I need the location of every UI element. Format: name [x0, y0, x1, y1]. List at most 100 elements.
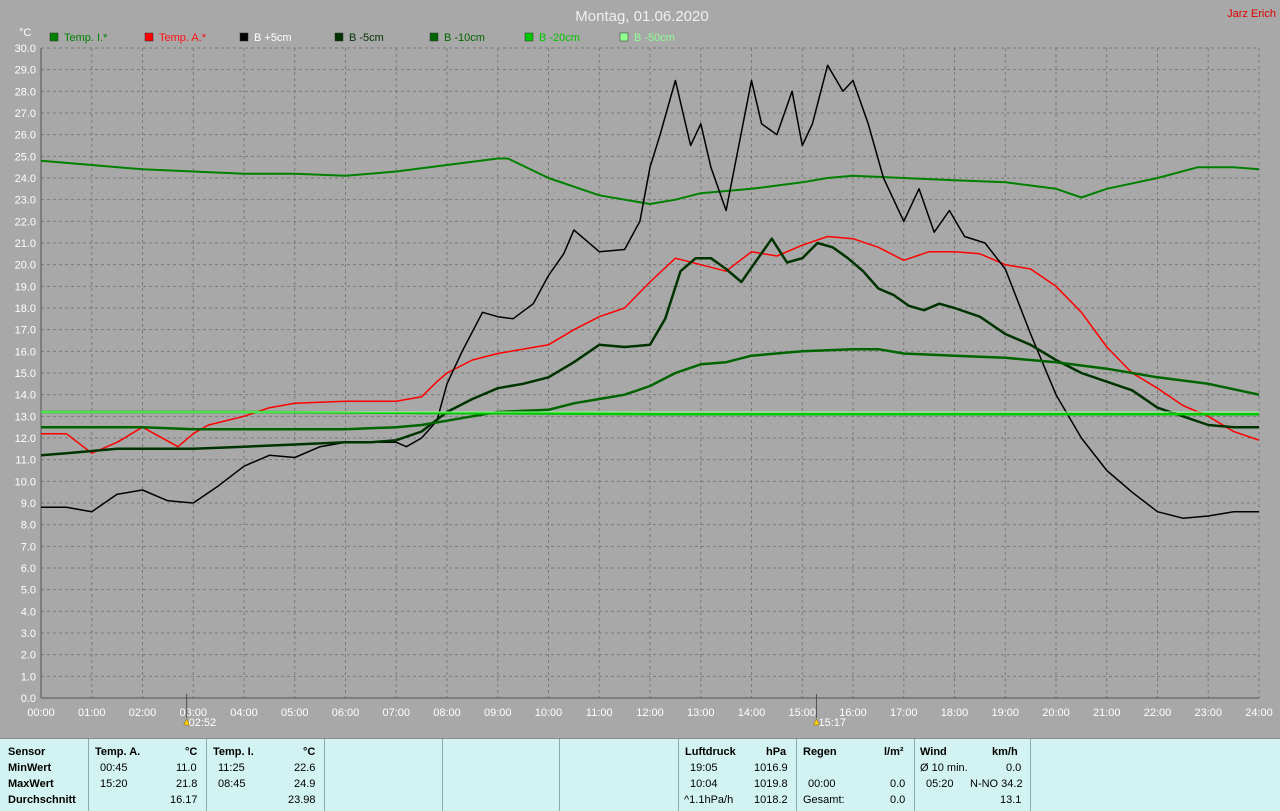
x-tick-label: 04:00: [230, 707, 258, 719]
x-tick-label: 02:00: [129, 707, 157, 719]
x-tick-label: 10:00: [535, 707, 563, 719]
y-tick-label: 14.0: [15, 390, 36, 402]
x-tick-label: 24:00: [1245, 707, 1273, 719]
x-tick-label: 17:00: [890, 707, 918, 719]
x-tick-label: 15:00: [788, 707, 816, 719]
y-tick-label: 22.0: [15, 216, 36, 228]
wind-header: Wind: [920, 746, 947, 758]
marker-label: 02:52: [189, 717, 217, 729]
legend-swatch: [49, 32, 59, 42]
y-tick-label: 30.0: [15, 43, 36, 55]
y-tick-label: 24.0: [15, 173, 36, 185]
minwert-label: MinWert: [8, 762, 52, 774]
legend-swatch: [144, 32, 154, 42]
luftdruck-trend-value: 1018.2: [754, 794, 788, 806]
y-tick-label: 17.0: [15, 325, 36, 337]
legend-label: B +5cm: [254, 32, 292, 44]
y-tick-label: 2.0: [21, 650, 36, 662]
y-tick-label: 8.0: [21, 520, 36, 532]
temp-a-min-time: 00:45: [100, 762, 128, 774]
legend-label: B -50cm: [634, 32, 675, 44]
x-tick-label: 05:00: [281, 707, 309, 719]
legend-label: B -5cm: [349, 32, 384, 44]
y-tick-label: 26.0: [15, 130, 36, 142]
temp-i-max-time: 08:45: [218, 778, 246, 790]
y-tick-label: 0.0: [21, 693, 36, 705]
x-tick-label: 14:00: [738, 707, 766, 719]
temp-i-unit: °C: [303, 746, 316, 758]
wind-max-value: N-NO 34.2: [970, 778, 1023, 790]
maxwert-label: MaxWert: [8, 778, 54, 790]
luftdruck-trend: ^1.1hPa/h: [684, 794, 734, 806]
y-tick-label: 21.0: [15, 238, 36, 250]
y-tick-label: 6.0: [21, 563, 36, 575]
y-tick-label: 23.0: [15, 195, 36, 207]
wind-avg-value: 0.0: [1006, 762, 1022, 774]
x-tick-label: 23:00: [1194, 707, 1222, 719]
x-tick-label: 11:00: [586, 707, 613, 719]
x-tick-label: 12:00: [636, 707, 664, 719]
legend-swatch: [429, 32, 439, 42]
chart-grid: [40, 47, 1260, 699]
y-unit-label: °C: [19, 27, 31, 39]
luftdruck-unit: hPa: [766, 746, 787, 758]
y-tick-label: 19.0: [15, 281, 36, 293]
temp-a-average: 16.17: [170, 794, 198, 806]
x-tick-label: 22:00: [1144, 707, 1172, 719]
legend-swatch: [239, 32, 249, 42]
x-tick-label: 08:00: [433, 707, 461, 719]
chart-title: Montag, 01.06.2020: [575, 8, 708, 25]
y-tick-label: 1.0: [21, 671, 36, 683]
regen-header: Regen: [803, 746, 837, 758]
y-tick-label: 4.0: [21, 606, 36, 618]
x-tick-label: 06:00: [332, 707, 360, 719]
statistics-panel: Sensor MinWert MaxWert Durchschnitt Temp…: [0, 738, 1280, 811]
y-tick-label: 20.0: [15, 260, 36, 272]
x-tick-label: 09:00: [484, 707, 512, 719]
x-tick-label: 19:00: [991, 707, 1019, 719]
legend-label: B -10cm: [444, 32, 485, 44]
wind-max-time: 05:20: [926, 778, 954, 790]
y-tick-label: 10.0: [15, 476, 36, 488]
luftdruck-min-time: 19:05: [690, 762, 718, 774]
y-tick-label: 11.0: [15, 455, 36, 467]
author-label: Jarz Erich: [1227, 8, 1276, 20]
temp-i-min-time: 11:25: [218, 762, 245, 774]
y-tick-label: 27.0: [15, 108, 36, 120]
temp-a-max-time: 15:20: [100, 778, 128, 790]
x-tick-label: 13:00: [687, 707, 715, 719]
legend-label: Temp. A.*: [159, 32, 207, 44]
x-tick-label: 21:00: [1093, 707, 1121, 719]
x-tick-label: 07:00: [382, 707, 410, 719]
regen-max-value: 0.0: [890, 778, 906, 790]
wind-avg-label: Ø 10 min.: [920, 762, 968, 774]
regen-unit: l/m²: [884, 746, 904, 758]
y-tick-label: 18.0: [15, 303, 36, 315]
wind-average: 13.1: [1000, 794, 1022, 806]
chart-axes: 0.0 1.0 2.0 3.0 4.0 5.0 6.0 7.0 8.0 9.0 10.0 11.0 12…: [15, 43, 1273, 729]
luftdruck-max-value: 1019.8: [754, 778, 788, 790]
marker-label: 15:17: [818, 717, 846, 729]
regen-total-value: 0.0: [890, 794, 906, 806]
temp-i-max-value: 24.9: [294, 778, 316, 790]
temp-a-unit: °C: [185, 746, 198, 758]
temp-a-max-value: 21.8: [176, 778, 198, 790]
luftdruck-max-time: 10:04: [690, 778, 718, 790]
x-tick-label: 01:00: [78, 707, 106, 719]
temperature-chart: 0.0 1.0 2.0 3.0 4.0 5.0 6.0 7.0 8.0 9.0 10.0 11.0 12…: [15, 8, 1276, 729]
regen-max-time: 00:00: [808, 778, 836, 790]
y-tick-label: 7.0: [21, 541, 36, 553]
regen-total-label: Gesamt:: [803, 794, 845, 806]
legend-label: Temp. I.*: [64, 32, 108, 44]
y-tick-label: 29.0: [15, 65, 36, 77]
durchschnitt-label: Durchschnitt: [8, 794, 76, 806]
temp-i-min-value: 22.6: [294, 762, 316, 774]
y-tick-label: 9.0: [21, 498, 36, 510]
y-tick-label: 3.0: [21, 628, 36, 640]
y-tick-label: 12.0: [15, 433, 36, 445]
x-tick-label: 18:00: [941, 707, 969, 719]
y-tick-label: 16.0: [15, 346, 36, 358]
temp-i-average: 23.98: [288, 794, 316, 806]
luftdruck-min-value: 1016.9: [754, 762, 788, 774]
legend-swatch: [619, 32, 629, 42]
